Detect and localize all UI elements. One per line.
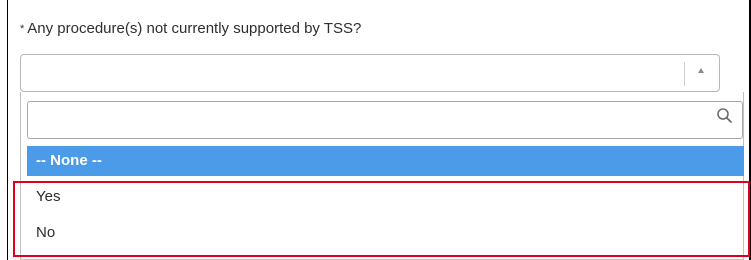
select-divider — [684, 62, 685, 86]
question-text: Any procedure(s) not currently supported… — [27, 20, 362, 37]
dropdown-search-input[interactable] — [27, 101, 743, 139]
required-marker: * — [20, 23, 25, 35]
chevron-up-icon[interactable] — [698, 68, 704, 73]
search-icon — [717, 108, 732, 123]
option-no[interactable]: No — [27, 218, 744, 248]
procedure-select[interactable] — [20, 54, 720, 92]
option-yes[interactable]: Yes — [27, 182, 744, 212]
field-label: * Any procedure(s) not currently supporte… — [20, 20, 361, 38]
option-none[interactable]: -- None -- — [27, 146, 744, 176]
